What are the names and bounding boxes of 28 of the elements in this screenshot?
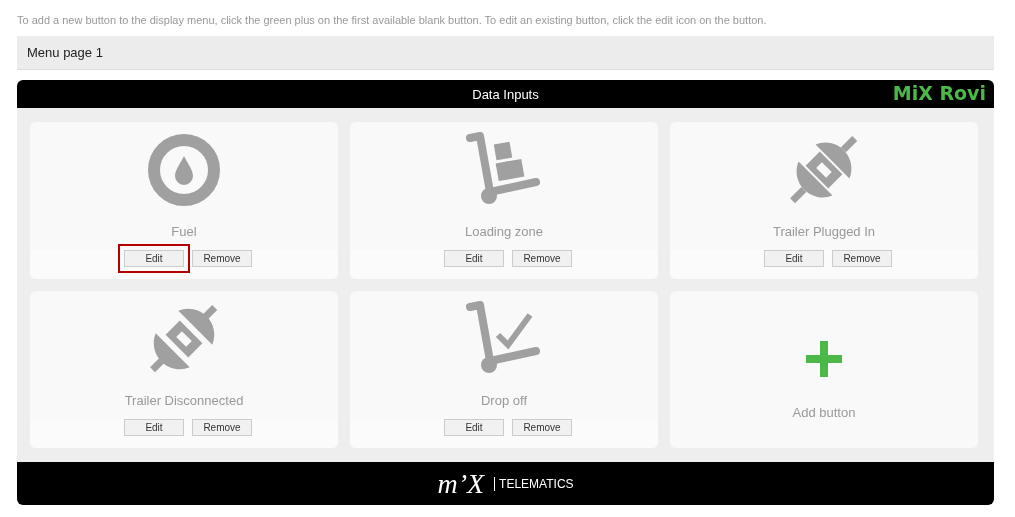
card-label: Fuel: [171, 224, 197, 239]
remove-button[interactable]: Remove: [512, 419, 572, 436]
instruction-text: To add a new button to the display menu, click the green plus on the first available blank button. To edit an existing button, click the edit icon on the button.: [17, 13, 768, 28]
menu-button-card[interactable]: Drop off Edit Remove: [350, 291, 658, 448]
menu-button-card[interactable]: Loading zone Edit Remove: [350, 122, 658, 279]
card-label: Loading zone: [464, 224, 544, 239]
remove-button[interactable]: Remove: [512, 250, 572, 267]
menu-button-card[interactable]: Trailer Plugged In Edit Remove: [670, 122, 978, 279]
remove-button[interactable]: Remove: [832, 250, 892, 267]
panel-title: Data Inputs: [472, 86, 539, 102]
card-label: Add button: [792, 405, 856, 420]
edit-button[interactable]: Edit: [444, 250, 504, 267]
edit-button[interactable]: Edit: [124, 250, 184, 267]
menu-button-card[interactable]: Trailer Disconnected Edit Remove: [30, 291, 338, 448]
menu-page-title: Menu page 1: [27, 45, 103, 60]
plus-icon: [804, 339, 844, 379]
logo-text: TELEMATICS: [494, 476, 574, 491]
edit-button[interactable]: Edit: [124, 419, 184, 436]
remove-button[interactable]: Remove: [192, 250, 252, 267]
menu-button-card[interactable]: Fuel Edit Remove: [30, 122, 338, 279]
card-label: Trailer Plugged In: [772, 224, 876, 239]
card-label: Trailer Disconnected: [124, 393, 244, 408]
card-label: Drop off: [481, 393, 527, 408]
edit-button[interactable]: Edit: [444, 419, 504, 436]
logo-mark: m’X: [437, 467, 485, 500]
brand-label: MiX Rovi: [892, 82, 986, 104]
remove-button[interactable]: Remove: [192, 419, 252, 436]
edit-button[interactable]: Edit: [764, 250, 824, 267]
